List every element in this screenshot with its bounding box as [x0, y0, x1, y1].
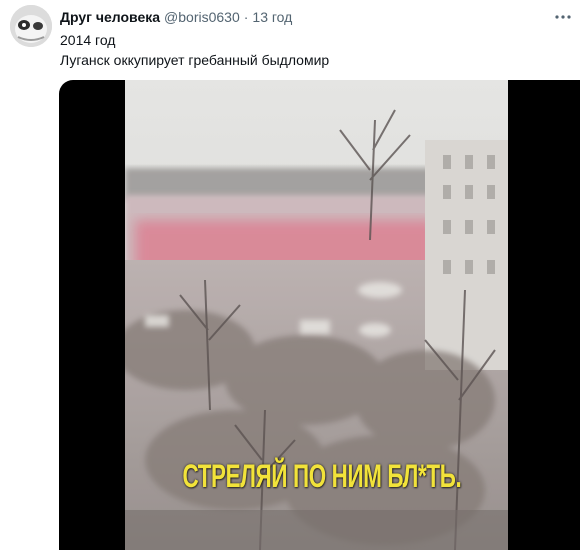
tweet-video[interactable]: СТРЕЛЯЙ ПО НИМ БЛ*ТЬ. [59, 80, 580, 550]
avatar[interactable] [10, 5, 52, 47]
more-icon [555, 15, 571, 19]
tweet-text-line1: 2014 год [60, 32, 116, 48]
avatar-image [10, 5, 52, 47]
tweet-header: Друг человека @boris0630 · 13 год [60, 8, 292, 26]
separator-dot: · [243, 9, 249, 25]
tweet-time[interactable]: 13 год [252, 9, 292, 25]
video-frame[interactable]: СТРЕЛЯЙ ПО НИМ БЛ*ТЬ. [125, 80, 508, 550]
author-name[interactable]: Друг человека [60, 9, 160, 25]
tweet-text-line2: Луганск оккупирует гребанный быдломир [60, 52, 330, 68]
more-button[interactable] [552, 8, 574, 26]
author-handle[interactable]: @boris0630 [164, 9, 240, 25]
video-caption: СТРЕЛЯЙ ПО НИМ БЛ*ТЬ. [182, 458, 462, 494]
